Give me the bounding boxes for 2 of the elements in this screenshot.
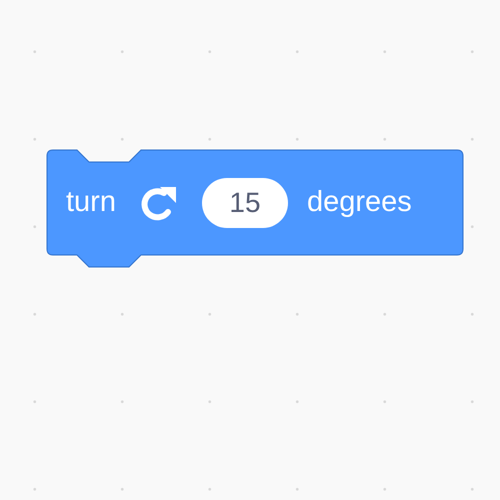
block-label: degrees — [306, 186, 412, 219]
block-label: turn — [66, 186, 116, 219]
